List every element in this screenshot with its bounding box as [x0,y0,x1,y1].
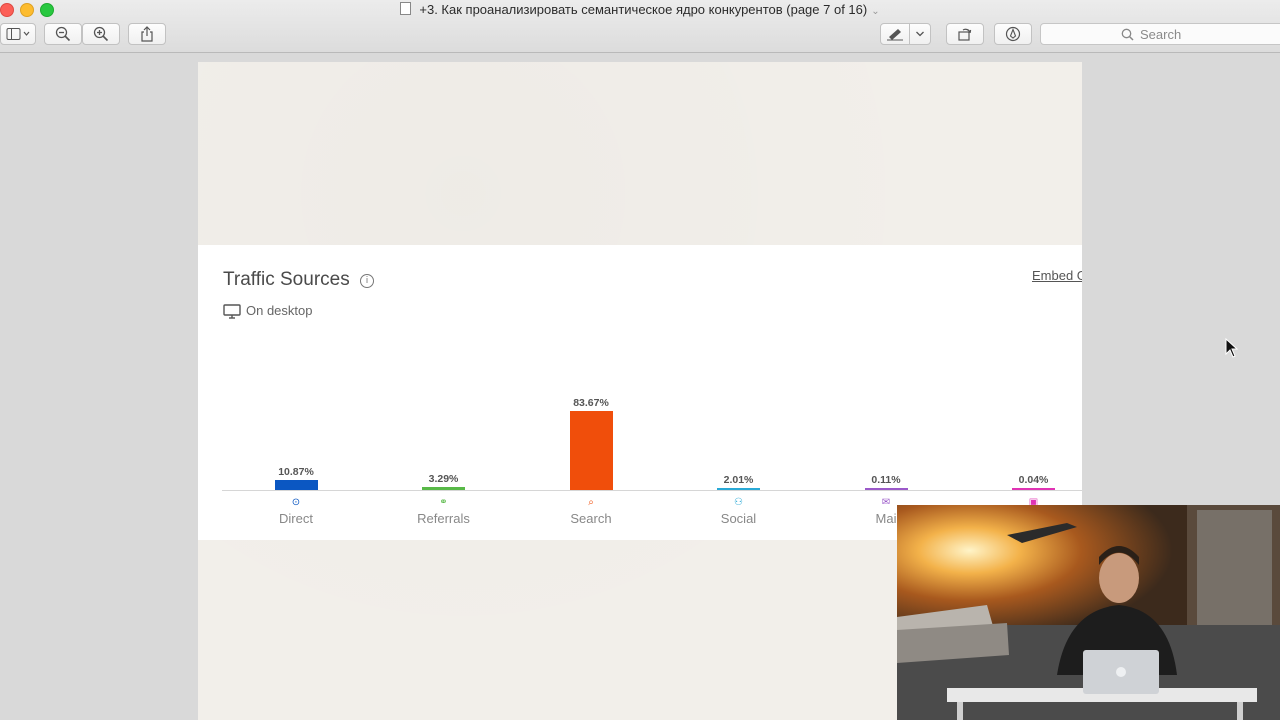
category-label: Direct [279,511,313,526]
bar-referrals[interactable] [422,486,465,490]
category-label: Search [570,511,612,526]
bar-value-label: 2.01% [723,474,754,486]
bar-other[interactable] [1012,488,1055,490]
search-icon: ⌕ [588,497,594,508]
direct-icon: ⊙ [291,497,301,508]
window-toolbar: +3. Как проанализировать семантическое я… [0,0,1280,53]
highlight-options-button[interactable] [909,23,931,45]
search-placeholder: Search [1140,26,1182,42]
highlight-button[interactable] [880,23,910,45]
referrals-link-icon: ⚭ [439,497,448,508]
zoom-in-button[interactable] [82,23,120,45]
bar-value-label: 83.67% [573,396,609,409]
zoom-out-icon [55,26,71,42]
category-label: Social [720,511,757,526]
window-title-text: +3. Как проанализировать семантическое я… [419,2,868,17]
info-icon[interactable]: i [360,274,374,288]
chevron-down-icon [916,31,924,37]
chart-baseline [222,490,1082,491]
markup-pen-icon [1005,26,1021,42]
share-button[interactable] [128,23,166,45]
highlighter-icon [887,29,903,41]
category-label: Referrals [417,511,470,526]
presenter-video-image [897,505,1280,720]
document-icon [400,2,412,15]
search-field[interactable]: Search [1040,23,1280,45]
device-label: On desktop [246,303,313,318]
bar-value-label: 0.04% [1018,474,1049,486]
desktop-icon [223,304,241,319]
mouse-cursor-icon [1225,338,1239,358]
share-icon [141,26,153,42]
zoom-in-icon [93,26,109,42]
social-people-icon: ⚇ [734,497,743,508]
bar-social[interactable] [717,488,760,490]
sidebar-toggle-button[interactable] [0,23,36,45]
presenter-video-overlay [897,505,1280,720]
bar-value-label: 0.11% [871,474,901,486]
rotate-button[interactable] [946,23,984,45]
embed-link[interactable]: Embed G [1032,268,1082,283]
bar-search[interactable] [569,410,613,490]
bar-direct[interactable] [274,479,318,490]
sidebar-icon [6,28,30,40]
window-title: +3. Как проанализировать семантическое я… [0,1,1280,20]
rotate-icon [958,28,972,41]
mail-icon: ✉ [881,497,891,508]
bar-value-label: 10.87% [278,465,314,478]
markup-button[interactable] [994,23,1032,45]
zoom-out-button[interactable] [44,23,82,45]
chevron-down-icon[interactable]: ⌄ [871,6,879,17]
bar-mail[interactable] [864,488,908,490]
bar-value-label: 3.29% [428,472,459,485]
traffic-sources-widget: Traffic Sources i Embed G On desktop 10.… [198,245,1082,540]
search-icon [1121,28,1134,41]
widget-title: Traffic Sources [223,269,350,290]
